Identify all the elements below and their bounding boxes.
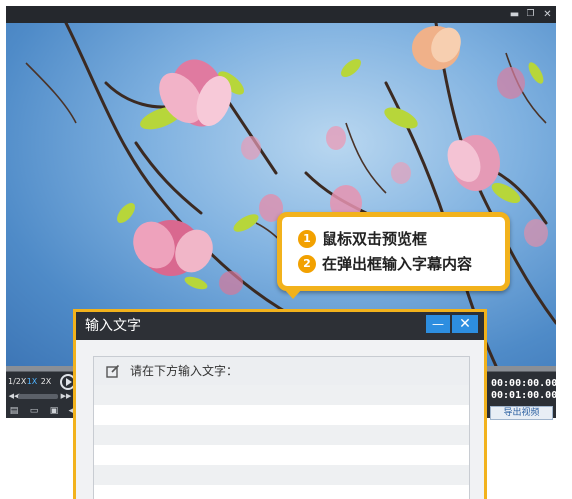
- step-text: 在弹出框输入字幕内容: [322, 255, 473, 273]
- close-icon[interactable]: ✕: [539, 6, 556, 23]
- text-line[interactable]: [94, 425, 469, 445]
- current-time: 00:00:00.000: [491, 378, 564, 389]
- folder-icon[interactable]: ▭: [28, 406, 40, 416]
- speed-normal-button[interactable]: 1X: [26, 376, 38, 388]
- player-title-bar: ▬ ❐ ✕: [6, 6, 556, 23]
- step-text: 鼠标双击预览框: [322, 230, 428, 248]
- input-text-dialog: 输入文字 — ✕ 请在下方输入文字：: [73, 309, 487, 499]
- frame-slider[interactable]: [18, 394, 58, 399]
- forward-icon[interactable]: ▶▶: [60, 392, 72, 400]
- step-number-badge: 2: [298, 255, 316, 273]
- prompt-row: 请在下方输入文字：: [94, 357, 469, 385]
- export-video-button[interactable]: 导出视频: [490, 406, 553, 420]
- text-line[interactable]: [94, 445, 469, 465]
- speed-double-button[interactable]: 2X: [39, 376, 53, 388]
- step-number-badge: 1: [298, 230, 316, 248]
- dialog-close-button[interactable]: ✕: [452, 315, 478, 333]
- callout-pointer: [284, 289, 302, 299]
- screen: ▬ ❐ ✕ 1/2X 1X 2X ◀◀ ▶▶ ▤ ▭ ▣ ◀ 00:00:00.…: [0, 0, 572, 499]
- instruction-callout: 1 鼠标双击预览框 2 在弹出框输入字幕内容: [277, 212, 510, 291]
- text-input-area[interactable]: 请在下方输入文字：: [93, 356, 470, 499]
- edit-icon: [106, 364, 120, 378]
- dialog-title-bar: 输入文字 — ✕: [76, 312, 484, 340]
- minimize-icon[interactable]: ▬: [506, 6, 523, 23]
- text-line[interactable]: [94, 405, 469, 425]
- dialog-title: 输入文字: [85, 318, 141, 334]
- text-line[interactable]: [94, 485, 469, 499]
- disk-icon[interactable]: ▣: [48, 406, 60, 416]
- speed-half-button[interactable]: 1/2X: [8, 376, 26, 388]
- prompt-label: 请在下方输入文字：: [130, 364, 239, 378]
- total-time: 00:01:00.000: [491, 390, 564, 401]
- restore-icon[interactable]: ❐: [522, 6, 539, 23]
- dialog-minimize-button[interactable]: —: [426, 315, 450, 333]
- text-line[interactable]: [94, 385, 469, 405]
- text-line[interactable]: [94, 465, 469, 485]
- save-icon[interactable]: ▤: [8, 406, 20, 416]
